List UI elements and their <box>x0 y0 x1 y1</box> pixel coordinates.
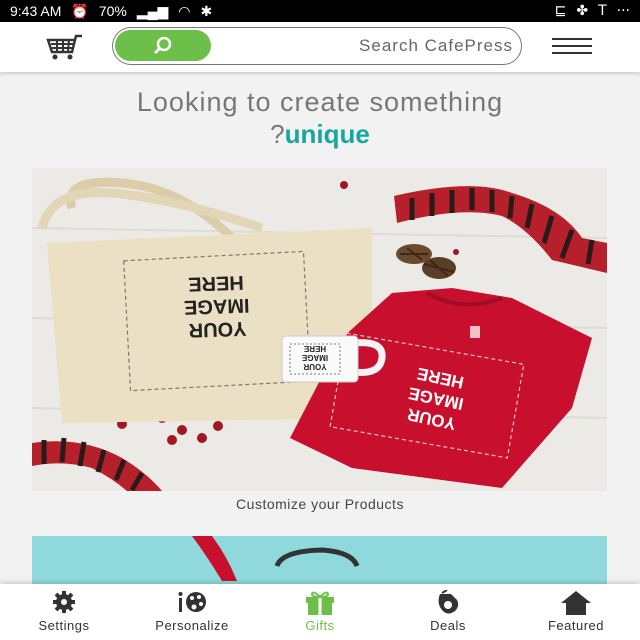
headline-line2: ?unique <box>0 118 640 150</box>
bottom-nav: Settings Personalize Gifts Deals Feature… <box>0 584 640 640</box>
search-input[interactable] <box>223 32 513 60</box>
t-icon: T <box>598 3 607 19</box>
mug-text-2: IMAGE <box>301 353 328 362</box>
headline-line1: Looking to create something <box>136 87 504 117</box>
tote-text-1: YOUR <box>188 317 247 341</box>
search-bar <box>112 27 522 65</box>
nav-deals-label: Deals <box>430 618 466 633</box>
more-dots: ··· <box>616 3 630 19</box>
status-bar: 9:43 AM ⏰ 70% ▂▄▆ ◠ ✱ ⊑ ✤ T ··· <box>0 0 640 22</box>
nav-gifts[interactable]: Gifts <box>256 584 384 640</box>
headline: Looking to create something ?unique <box>0 86 640 150</box>
nav-featured[interactable]: Featured <box>512 584 640 640</box>
search-button[interactable] <box>115 30 211 61</box>
cart-icon[interactable] <box>44 33 84 61</box>
wifi-icon: ◠ <box>178 2 191 19</box>
gift-icon <box>306 591 334 615</box>
tote-text-2: IMAGE <box>184 294 250 318</box>
headline-highlight: unique <box>284 119 370 149</box>
nav-settings-label: Settings <box>38 618 90 633</box>
app-header <box>0 22 640 72</box>
tag-icon <box>438 590 459 614</box>
fan-icon: ✤ <box>576 3 589 19</box>
gear-icon <box>53 591 75 613</box>
product-caption[interactable]: Customize your Products <box>0 496 640 512</box>
status-left: 9:43 AM ⏰ 70% ▂▄▆ ◠ ✱ <box>10 3 212 20</box>
search-icon <box>153 36 172 54</box>
mug-text-1: YOUR <box>303 362 326 371</box>
customize-products-image[interactable]: YOUR IMAGE HERE YOUR IMAGE HERE YOUR IMA… <box>32 168 607 491</box>
nav-gifts-label: Gifts <box>305 618 335 633</box>
time-text: 9:43 AM <box>10 3 62 19</box>
status-right: ⊑ ✤ T ··· <box>555 3 630 19</box>
tote-text-3: HERE <box>188 271 244 295</box>
battery-text: 70% <box>98 3 127 19</box>
nav-deals[interactable]: Deals <box>384 584 512 640</box>
nav-personalize-label: Personalize <box>155 618 229 633</box>
palette-icon <box>178 592 206 612</box>
cast-icon: ⊑ <box>554 3 567 19</box>
alarm-icon: ⏰ <box>71 2 89 19</box>
mug-text-3: HERE <box>303 344 326 353</box>
headline-question-mark: ? <box>270 119 285 149</box>
nav-settings[interactable]: Settings <box>0 584 128 640</box>
home-icon <box>561 591 591 615</box>
bluetooth-icon: ✱ <box>200 2 213 19</box>
nav-personalize[interactable]: Personalize <box>128 584 256 640</box>
menu-icon[interactable] <box>552 38 594 56</box>
nav-featured-label: Featured <box>547 618 605 633</box>
signal-icon: ▂▄▆ <box>136 2 169 19</box>
